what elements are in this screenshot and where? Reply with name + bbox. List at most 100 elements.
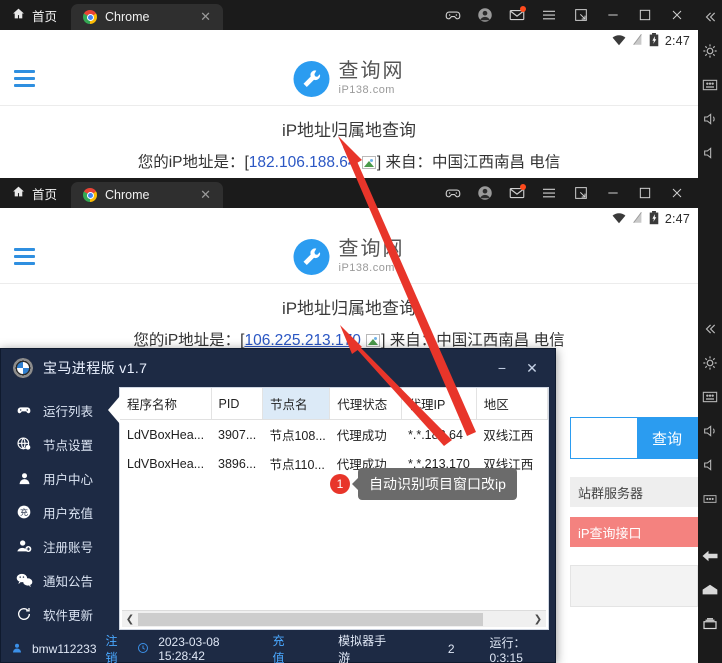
cell-program-name: LdVBoxHea... [127,456,205,471]
wifi-icon [612,212,626,227]
back-icon[interactable] [698,539,722,573]
site-nav-1: 查询网 iP138.com [0,52,698,106]
close-icon[interactable] [662,0,692,30]
mail-icon[interactable] [502,0,532,30]
titlebar-2: 首页 Chrome ✕ [0,178,698,208]
android-statusbar-1: 2:47 [0,30,698,52]
home-icon[interactable] [698,573,722,607]
resize-icon[interactable] [566,0,596,30]
scroll-track[interactable] [138,612,530,626]
col-program-name[interactable]: 程序名称 [120,388,212,420]
site-brand-2[interactable]: 查询网 iP138.com [293,237,405,275]
chrome-tab-label-1: Chrome [105,10,150,24]
ip-value-1[interactable]: 182.106.188.64 [249,154,357,171]
scroll-right-icon[interactable]: ❯ [530,614,546,625]
col-pid[interactable]: PID [211,388,263,420]
sidebar-item-user-center[interactable]: 用户中心 [1,461,119,495]
sidebar-item-notice[interactable]: 通知公告 [1,563,119,597]
globe-icon [15,436,33,452]
gamepad-icon[interactable] [438,0,468,30]
cell-proxy-status: 代理成功 [336,429,387,443]
gamepad-icon [15,402,33,418]
keyboard-icon[interactable] [698,380,722,414]
status-recharge-link[interactable]: 充值 [272,632,295,663]
ip-value-2[interactable]: 106.225.213.170 [244,332,360,349]
scroll-left-icon[interactable]: ❮ [122,614,138,625]
col-proxy-status[interactable]: 代理状态 [329,388,402,420]
query-button[interactable]: 查询 [637,418,697,458]
site-menu-icon-1[interactable] [14,70,35,87]
dialog-close-button[interactable]: ✕ [519,355,545,381]
site-menu-icon-2[interactable] [14,248,35,265]
titlebar-controls-2 [438,178,698,208]
volume-down-icon[interactable] [698,448,722,482]
emulator-window-1: 首页 Chrome ✕ 2:47 查询网 iP138.com iP地址归属地查询… [0,0,698,178]
mail-icon[interactable] [502,178,532,208]
ip-prefix-2: 您的iP地址是：[ [133,332,245,349]
volume-up-icon[interactable] [698,102,722,136]
tab-close-icon-1[interactable]: ✕ [186,9,211,25]
menu-icon[interactable] [534,0,564,30]
col-proxy-ip[interactable]: 代理IP [401,388,477,420]
collapse-icon[interactable] [698,312,722,346]
dialog-minimize-button[interactable]: − [489,355,515,381]
chrome-tab-1[interactable]: Chrome ✕ [71,4,224,30]
volume-down-icon[interactable] [698,136,722,170]
keyboard-icon[interactable] [698,68,722,102]
sidebar-label-run-list: 运行列表 [43,404,94,419]
minimize-icon[interactable] [598,178,628,208]
table-row[interactable]: LdVBoxHea... 3907... 节点108... 代理成功 *.*.1… [120,420,548,450]
gamepad-icon[interactable] [438,178,468,208]
query-input[interactable] [571,418,637,458]
sidebar-item-update[interactable]: 软件更新 [1,597,119,631]
cell-pid: 3896... [218,456,257,471]
site-brand-1[interactable]: 查询网 iP138.com [293,60,405,97]
sidebar-item-run-list[interactable]: 运行列表 [1,393,120,427]
dialog-body: 运行列表 节点设置 用户中心 充 用户充值 注册账号 通知公告 软件更新 程序名… [1,387,555,636]
scroll-thumb[interactable] [138,612,483,626]
home-tab-2[interactable]: 首页 [0,178,71,208]
sidebar-item-recharge[interactable]: 充 用户充值 [1,495,119,529]
menu-icon[interactable] [534,178,564,208]
volume-up-icon[interactable] [698,414,722,448]
user-icon [15,471,33,486]
home-icon [12,185,25,201]
user-add-icon [15,538,33,554]
annotation-tooltip: 1 自动识别项目窗口改ip [330,468,517,500]
status-logout-link[interactable]: 注销 [106,632,129,663]
ad-placeholder [570,565,698,607]
recents-icon[interactable] [698,607,722,641]
tab-close-icon-2[interactable]: ✕ [186,187,211,203]
sidebar-item-node-settings[interactable]: 节点设置 [1,427,119,461]
col-node-name[interactable]: 节点名 [262,388,331,420]
brand-en-2: iP138.com [338,261,395,274]
link-item-ip-api[interactable]: iP查询接口 [570,517,698,547]
brand-cn-2: 查询网 [338,237,405,260]
dialog-titlebar[interactable]: 宝马进程版 v1.7 − ✕ [1,349,555,387]
account-icon[interactable] [470,178,500,208]
close-icon[interactable] [662,178,692,208]
maximize-icon[interactable] [630,0,660,30]
settings-icon[interactable] [698,34,722,68]
home-tab-1[interactable]: 首页 [0,0,71,30]
link-item-servers[interactable]: 站群服务器 [570,477,698,507]
collapse-icon[interactable] [698,0,722,34]
table-hscrollbar[interactable]: ❮ ❯ [122,610,546,627]
maximize-icon[interactable] [630,178,660,208]
more-icon[interactable] [698,482,722,516]
minimize-icon[interactable] [598,0,628,30]
page-title-2: iP地址归属地查询 [281,299,417,318]
ip-suffix-2: ] 来自： [381,332,437,349]
brand-en-1: iP138.com [338,83,395,96]
col-region[interactable]: 地区 [476,388,549,420]
settings-icon[interactable] [698,346,722,380]
sidebar-label-update: 软件更新 [43,608,94,623]
sidebar-item-register[interactable]: 注册账号 [1,529,119,563]
home-tab-label-2: 首页 [32,187,58,202]
ip-prefix-1: 您的iP地址是：[ [137,154,249,171]
resize-icon[interactable] [566,178,596,208]
annotation-badge: 1 [330,474,350,494]
chrome-tab-2[interactable]: Chrome ✕ [71,182,224,208]
status-count: 2 [447,642,455,656]
account-icon[interactable] [470,0,500,30]
